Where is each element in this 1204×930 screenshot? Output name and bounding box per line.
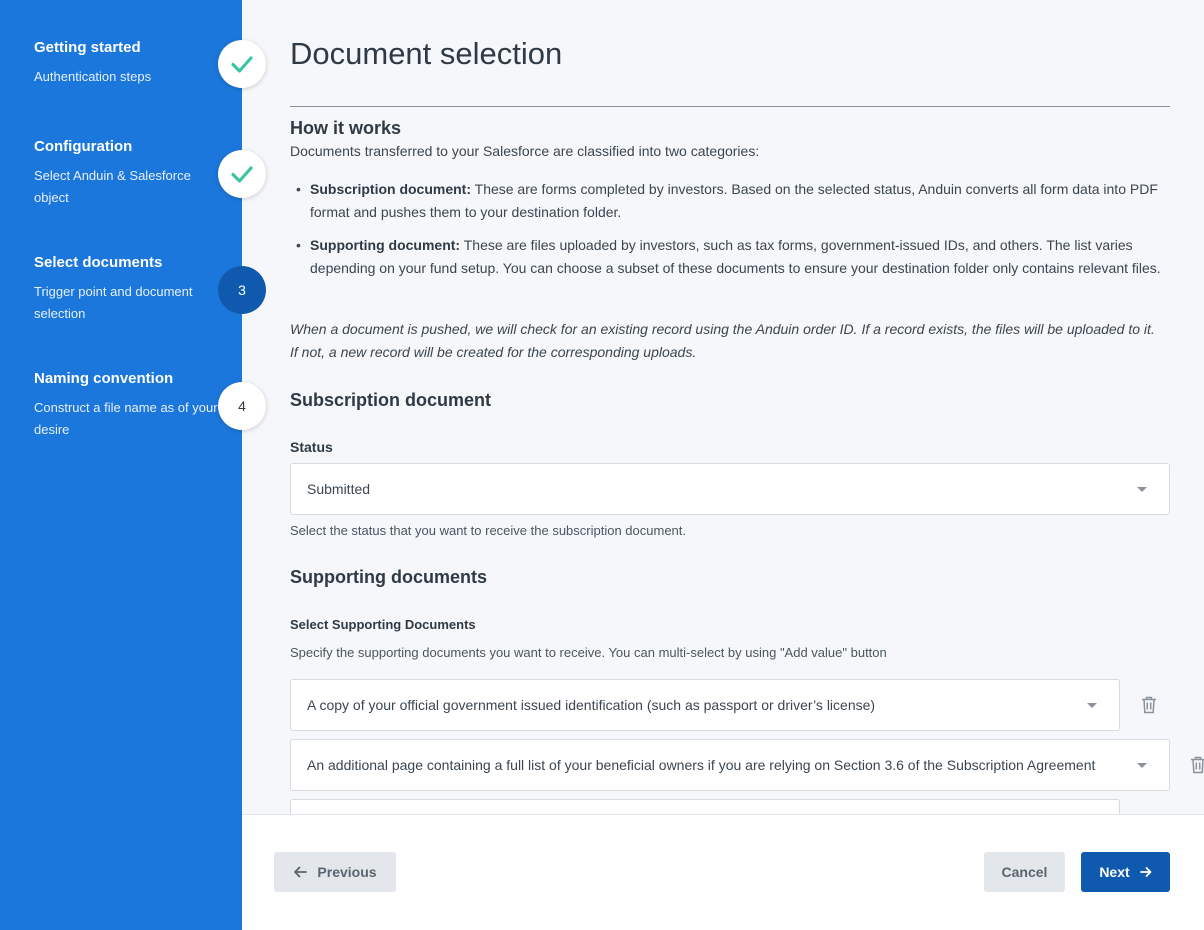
- how-it-works-heading: How it works: [290, 118, 402, 138]
- step-description: Authentication steps: [34, 69, 152, 84]
- step-configuration[interactable]: Configuration Select Anduin & Salesforce…: [34, 138, 224, 209]
- step-title: Naming convention: [34, 370, 174, 387]
- delete-trash-icon[interactable]: [1190, 756, 1204, 774]
- title-divider: [290, 106, 1170, 107]
- cancel-button[interactable]: Cancel: [984, 852, 1065, 892]
- previous-button[interactable]: Previous: [274, 852, 396, 892]
- status-help-text: Select the status that you want to recei…: [290, 523, 686, 538]
- page-title: Document selection: [290, 36, 563, 71]
- supporting-documents-heading: Supporting documents: [290, 567, 487, 587]
- select-supporting-documents-label: Select Supporting Documents: [290, 617, 476, 632]
- delete-trash-icon[interactable]: [1141, 696, 1157, 714]
- step-2-check-icon: [218, 150, 266, 198]
- how-it-works-intro: Documents transferred to your Salesforce…: [290, 143, 760, 159]
- step-title: Select documents: [34, 254, 163, 271]
- supporting-document-value: An additional page containing a full lis…: [307, 757, 1096, 773]
- bullet-term: Supporting document:: [310, 237, 461, 253]
- step-description: Trigger point and document selection: [34, 284, 193, 321]
- supporting-document-select-2[interactable]: An additional page containing a full lis…: [290, 739, 1170, 791]
- step-naming-convention[interactable]: Naming convention Construct a file name …: [34, 370, 224, 441]
- step-description: Construct a file name as of your desire: [34, 400, 218, 437]
- supporting-documents-help-text: Specify the supporting documents you wan…: [290, 645, 887, 660]
- how-it-works-note: When a document is pushed, we will check…: [290, 321, 1155, 360]
- wizard-footer: Previous Cancel Next: [242, 814, 1204, 930]
- step-getting-started[interactable]: Getting started Authentication steps: [34, 39, 224, 88]
- stepper-sidebar: Getting started Authentication steps Con…: [0, 0, 242, 930]
- next-button[interactable]: Next: [1081, 852, 1170, 892]
- supporting-document-value: A copy of your official government issue…: [307, 697, 876, 713]
- step-description: Select Anduin & Salesforce object: [34, 168, 191, 205]
- bullet-subscription-document: Subscription document: These are forms c…: [296, 178, 1162, 224]
- main-content: Document selection How it works Document…: [242, 0, 1204, 814]
- bullet-term: Subscription document:: [310, 181, 471, 197]
- step-title: Configuration: [34, 138, 133, 155]
- arrow-left-icon: [294, 866, 308, 878]
- supporting-document-select-1[interactable]: A copy of your official government issue…: [290, 679, 1120, 731]
- next-button-label: Next: [1099, 864, 1130, 880]
- status-label: Status: [290, 439, 333, 455]
- chevron-down-icon: [1137, 487, 1147, 492]
- step-select-documents[interactable]: Select documents Trigger point and docum…: [34, 254, 224, 325]
- status-select[interactable]: Submitted: [290, 463, 1170, 515]
- cancel-button-label: Cancel: [1001, 864, 1048, 880]
- subscription-document-heading: Subscription document: [290, 390, 492, 410]
- status-select-value: Submitted: [307, 481, 371, 497]
- step-1-check-icon: [218, 40, 266, 88]
- bullet-supporting-document: Supporting document: These are files upl…: [296, 234, 1162, 280]
- arrow-right-icon: [1139, 867, 1152, 877]
- chevron-down-icon: [1137, 763, 1147, 768]
- step-3-number: 3: [218, 266, 266, 314]
- supporting-document-select-3[interactable]: [290, 799, 1120, 814]
- step-4-number: 4: [218, 382, 266, 430]
- previous-button-label: Previous: [317, 864, 377, 880]
- chevron-down-icon: [1087, 703, 1097, 708]
- step-title: Getting started: [34, 39, 141, 56]
